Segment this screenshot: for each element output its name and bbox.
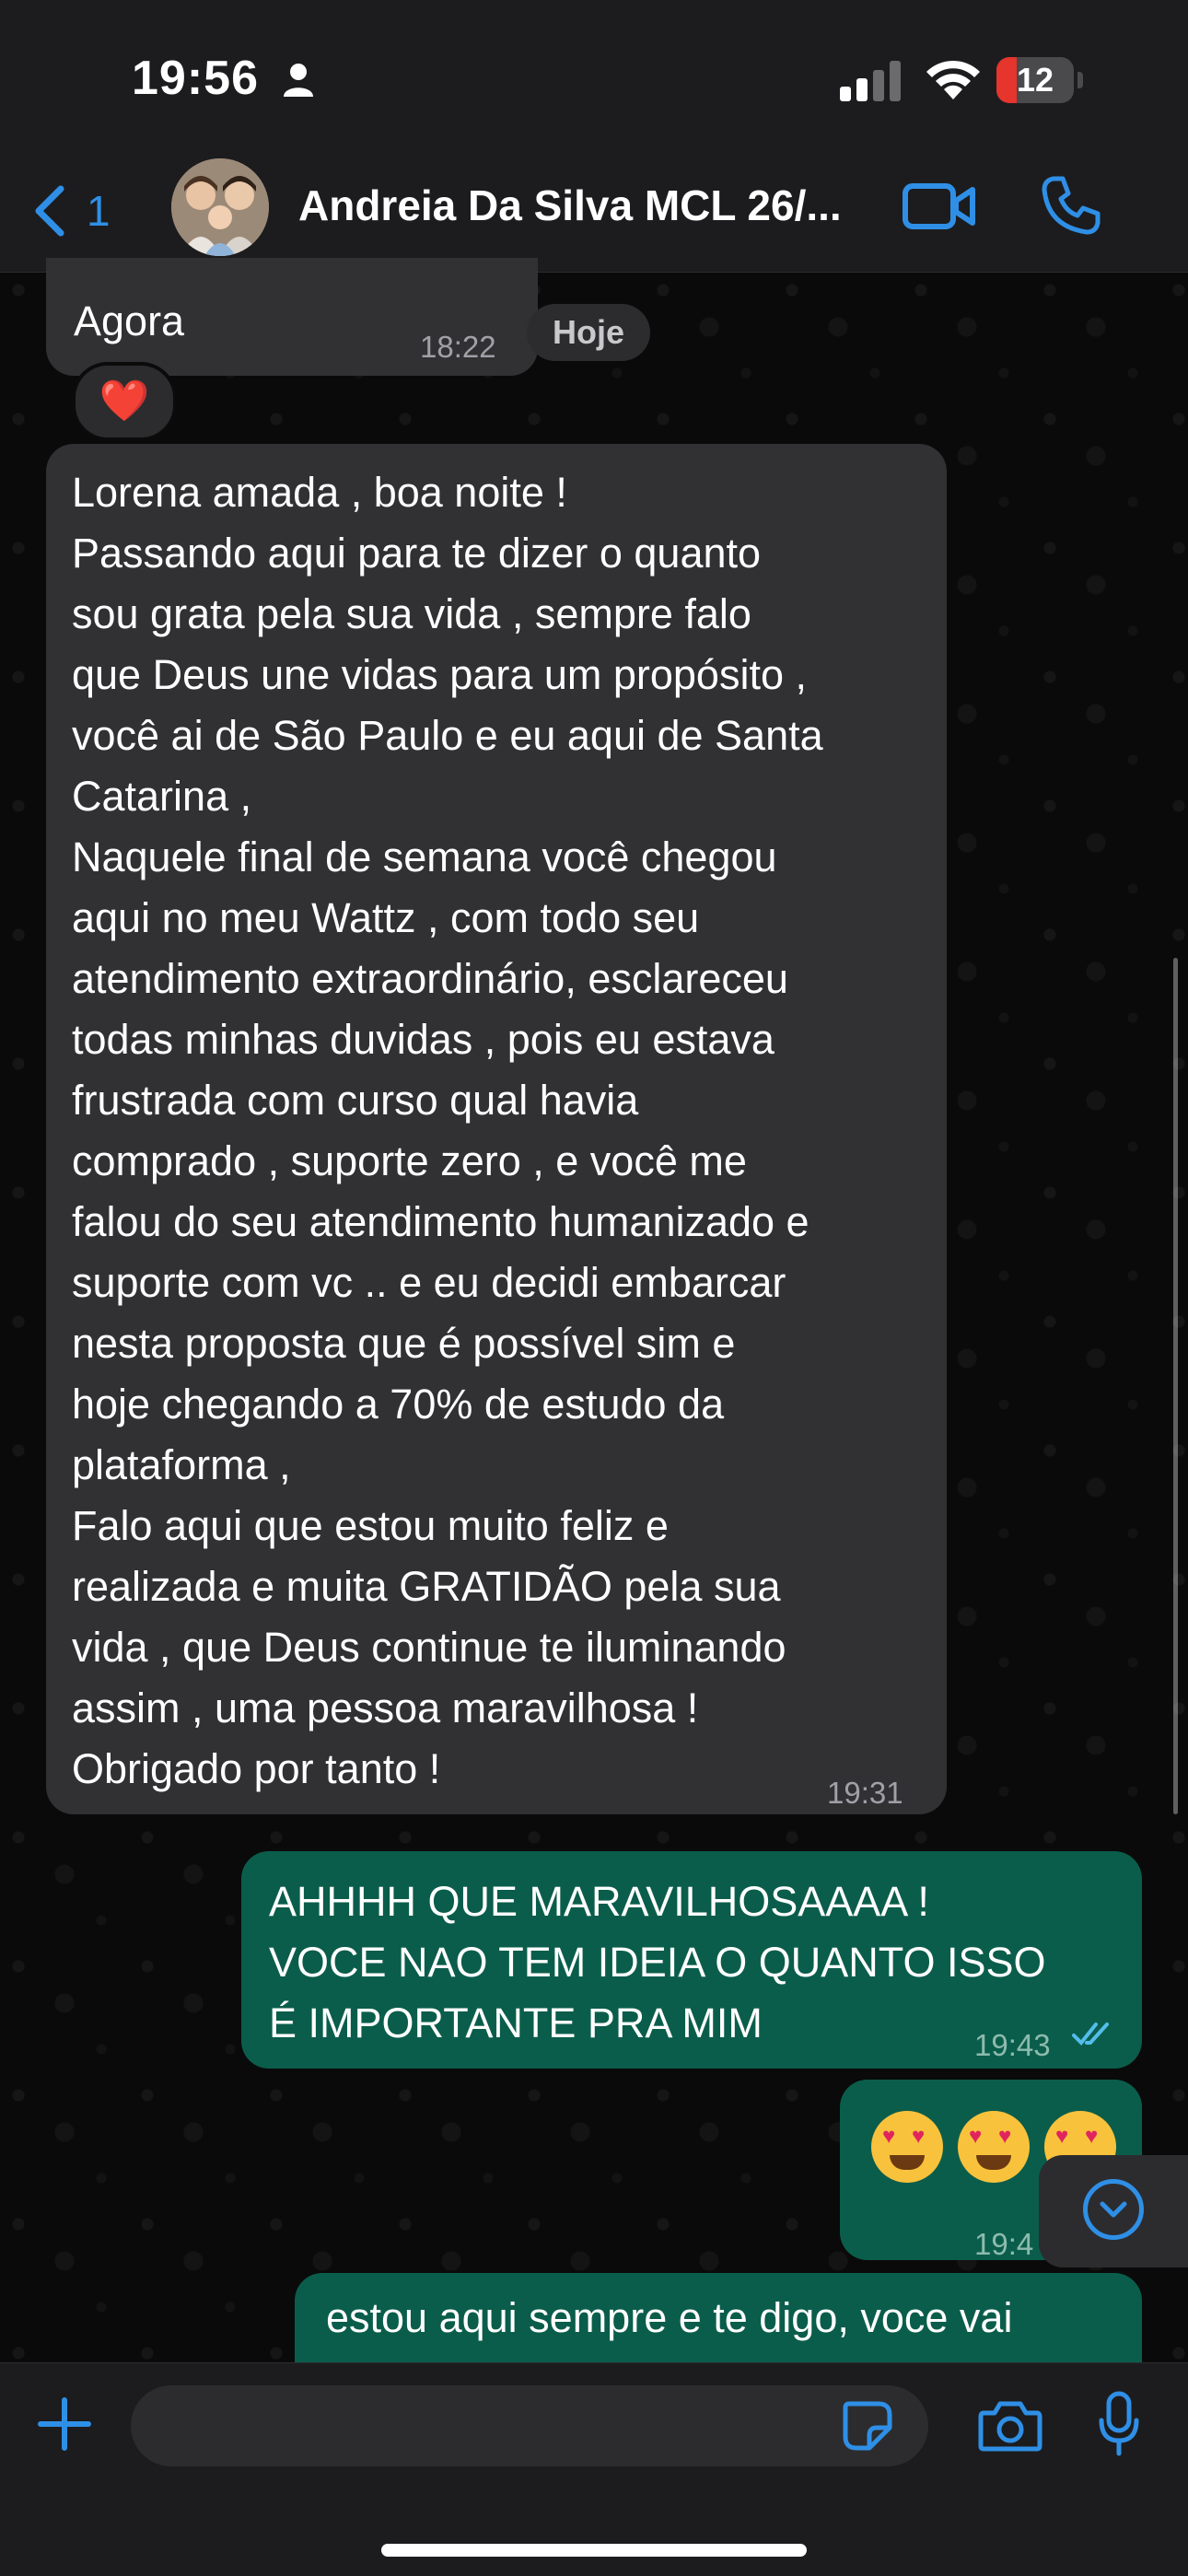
message-line: AHHHH QUE MARAVILHOSAAAA !: [269, 1878, 929, 1925]
contact-name[interactable]: Andreia Da Silva MCL 26/...: [298, 181, 842, 230]
message-line: comprado , suporte zero , e você me: [72, 1137, 747, 1184]
message-line: Passando aqui para te dizer o quanto: [72, 530, 762, 577]
microphone-icon[interactable]: [1098, 2391, 1140, 2457]
message-time: 19:4: [974, 2227, 1034, 2261]
phone-icon[interactable]: [1041, 175, 1101, 236]
unread-count: 1: [87, 187, 111, 235]
date-separator: Hoje: [527, 304, 651, 361]
message-line: realizada e muita GRATIDÃO pela sua: [72, 1563, 781, 1610]
message-input[interactable]: [131, 2385, 928, 2466]
message-line: hoje chegando a 70% de estudo da: [72, 1381, 725, 1428]
status-time: 19:56: [132, 52, 259, 105]
message-line: VOCE NAO TEM IDEIA O QUANTO ISSO: [269, 1939, 1046, 1986]
message-bubble-incoming-long[interactable]: Lorena amada , boa noite ! Passando aqui …: [46, 444, 947, 1814]
plus-icon[interactable]: [37, 2396, 92, 2452]
cellular-signal-icon: [840, 61, 901, 101]
input-bar: [0, 2362, 1188, 2576]
read-receipt-icon: [1072, 2022, 1109, 2046]
back-button[interactable]: 1: [31, 179, 111, 243]
sticker-icon[interactable]: [842, 2400, 893, 2452]
battery-icon: 12: [996, 57, 1083, 103]
message-time: 18:22: [420, 330, 496, 364]
message-time: 19:43: [974, 2028, 1051, 2062]
scrollbar[interactable]: [1173, 958, 1178, 1814]
message-text: Agora: [74, 297, 185, 344]
message-line: sou grata pela sua vida , sempre falo: [72, 590, 751, 637]
message-line: nesta proposta que é possível sim e: [72, 1320, 736, 1367]
message-line: todas minhas duvidas , pois eu estava: [72, 1016, 775, 1063]
message-text: estou aqui sempre e te digo, voce vai: [326, 2294, 1013, 2341]
message-line: aqui no meu Wattz , com todo seu: [72, 894, 700, 941]
message-line: plataforma ,: [72, 1441, 291, 1488]
message-line: você ai de São Paulo e eu aqui de Santa: [72, 712, 823, 759]
avatar-photo: [171, 158, 269, 256]
message-line: falou do seu atendimento humanizado e: [72, 1198, 809, 1245]
heart-eyes-emoji: ♥ ♥: [871, 2111, 943, 2183]
battery-percent: 12: [1016, 61, 1054, 99]
status-bar: 19:56 12: [0, 0, 1188, 157]
message-line: assim , uma pessoa maravilhosa !: [72, 1684, 699, 1731]
message-line: Naquele final de semana você chegou: [72, 833, 777, 880]
contact-avatar[interactable]: [171, 158, 269, 256]
person-icon: [284, 64, 313, 97]
home-indicator[interactable]: [381, 2544, 807, 2557]
wifi-icon: [926, 60, 980, 99]
back-chevron-icon: [35, 185, 64, 237]
message-line: Falo aqui que estou muito feliz e: [72, 1502, 669, 1549]
scroll-to-bottom-button[interactable]: [1039, 2155, 1188, 2267]
message-line: É IMPORTANTE PRA MIM: [269, 1999, 763, 2046]
message-line: frustrada com curso qual havia: [72, 1077, 639, 1124]
message-line: que Deus une vidas para um propósito ,: [72, 651, 807, 698]
message-line: Obrigado por tanto !: [72, 1745, 441, 1792]
video-call-icon[interactable]: [903, 179, 976, 234]
camera-icon[interactable]: [978, 2400, 1042, 2452]
message-line: Lorena amada , boa noite !: [72, 469, 567, 516]
message-bubble-outgoing[interactable]: AHHHH QUE MARAVILHOSAAAA ! VOCE NAO TEM I…: [241, 1851, 1142, 2069]
message-time: 19:31: [827, 1776, 903, 1810]
message-bubble-incoming[interactable]: Agora 18:22: [46, 258, 538, 376]
message-line: Catarina ,: [72, 773, 252, 820]
heart-eyes-emoji: ♥ ♥: [958, 2111, 1030, 2183]
heart-reaction[interactable]: ❤️: [72, 362, 177, 441]
message-line: suporte com vc .. e eu decidi embarcar: [72, 1259, 786, 1306]
message-line: atendimento extraordinário, esclareceu: [72, 955, 788, 1002]
message-line: vida , que Deus continue te iluminando: [72, 1624, 786, 1671]
chevron-down-icon: [1083, 2179, 1144, 2240]
